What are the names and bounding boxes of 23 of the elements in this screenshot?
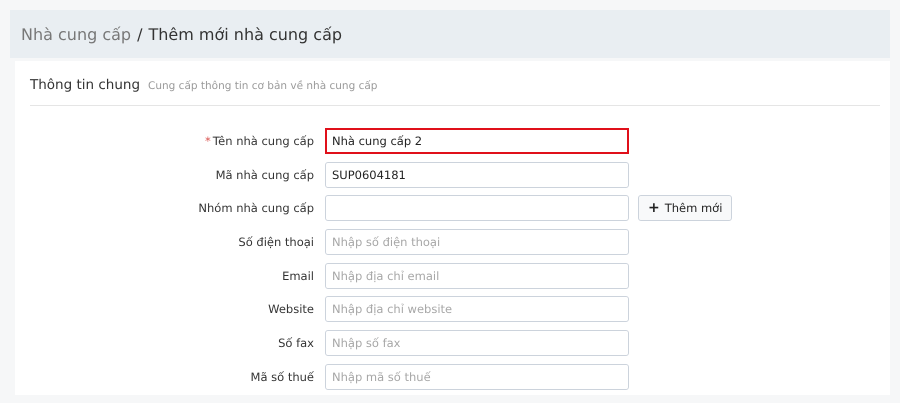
- input-field[interactable]: SUP0604181: [325, 162, 629, 188]
- field-label: Email: [282, 268, 314, 283]
- field-label: Mã số thuế: [250, 370, 314, 384]
- field-label: Mã nhà cung cấp: [216, 168, 314, 182]
- add-new-button[interactable]: + Thêm mới: [638, 195, 732, 222]
- input-field[interactable]: Nhà cung cấp 2: [325, 128, 629, 154]
- field-label: Nhóm nhà cung cấp: [198, 201, 314, 216]
- required-mark: *: [205, 134, 211, 148]
- section-subtitle: Cung cấp thông tin cơ bản về nhà cung cấp: [148, 80, 378, 92]
- input-field[interactable]: Nhập địa chỉ website: [325, 296, 629, 322]
- input-field[interactable]: Nhập số điện thoại: [325, 229, 629, 256]
- input-field[interactable]: Nhập mã số thuế: [325, 364, 629, 390]
- page-title: Thêm mới nhà cung cấp: [148, 24, 342, 44]
- breadcrumb-link[interactable]: Nhà cung cấp: [21, 24, 132, 44]
- field-label: Tên nhà cung cấp: [212, 134, 314, 148]
- section-title: Thông tin chung: [30, 77, 140, 93]
- input-field[interactable]: Nhập địa chỉ email: [325, 262, 629, 289]
- breadcrumb-separator: /: [137, 24, 142, 44]
- input-field[interactable]: [325, 195, 629, 222]
- field-label: Số fax: [278, 336, 314, 350]
- field-label: Số điện thoại: [238, 235, 314, 250]
- input-field[interactable]: Nhập số fax: [325, 330, 629, 356]
- field-label: Website: [268, 302, 314, 316]
